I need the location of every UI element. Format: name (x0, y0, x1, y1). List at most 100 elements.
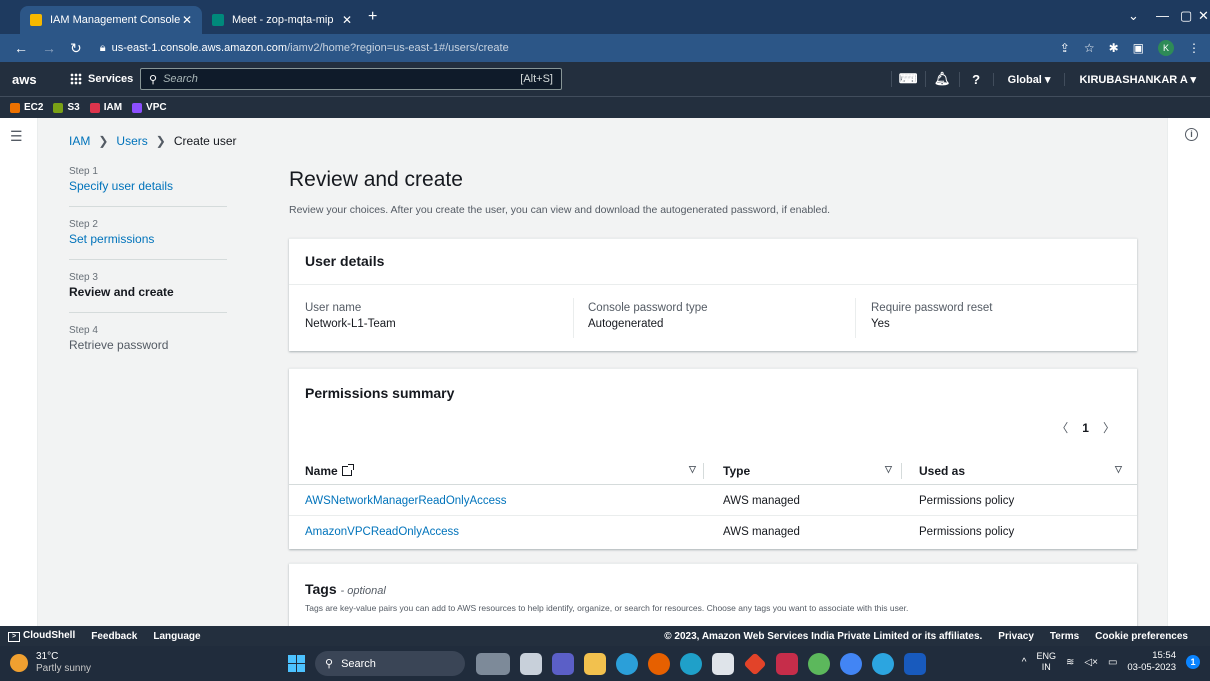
region-selector[interactable]: Global ▾ (992, 72, 1065, 86)
forward-icon[interactable]: → (42, 40, 56, 56)
favorite-iam[interactable]: IAM (89, 102, 122, 113)
help-icon[interactable]: ? (958, 71, 993, 87)
close-window-icon[interactable]: ✕ (1198, 8, 1209, 24)
breadcrumb-iam[interactable]: IAM (69, 134, 90, 148)
word-icon[interactable] (904, 653, 926, 675)
hamburger-menu-icon[interactable]: ☰ (10, 128, 23, 145)
right-rail: i (1167, 118, 1210, 626)
extensions-icon[interactable]: ✱ (1109, 41, 1119, 55)
reload-icon[interactable]: ↻ (70, 40, 82, 57)
terminal-icon: > (8, 632, 20, 642)
close-tab-icon[interactable]: ✕ (342, 13, 352, 27)
ec2-icon (10, 102, 20, 113)
pagination: 〈 1 〉 (1056, 419, 1115, 436)
menu-icon[interactable]: ⋮ (1188, 41, 1200, 55)
column-label: Name (305, 464, 338, 478)
terms-link[interactable]: Terms (1050, 631, 1079, 642)
favorite-vpc[interactable]: VPC (132, 102, 167, 113)
breadcrumb-users[interactable]: Users (116, 134, 147, 148)
column-header-name[interactable]: Name (305, 464, 354, 478)
divider (855, 298, 856, 338)
services-menu-button[interactable]: Services (70, 73, 133, 85)
restore-icon[interactable]: ▢ (1180, 8, 1192, 24)
back-icon[interactable]: ← (14, 40, 28, 56)
tab-iam-console[interactable]: IAM Management Console ✕ (20, 6, 202, 34)
store-icon[interactable] (712, 653, 734, 675)
aws-footer: > CloudShell Feedback Language © 2023, Am… (0, 626, 1210, 646)
chevron-up-icon[interactable]: ^ (1022, 657, 1027, 668)
close-tab-icon[interactable]: ✕ (182, 13, 192, 27)
teams-icon[interactable] (552, 653, 574, 675)
chevron-left-icon[interactable]: 〈 (1056, 419, 1068, 436)
sort-icon[interactable]: ▽ (689, 464, 696, 475)
url-field[interactable]: 🔒︎ us-east-1.console.aws.amazon.com /iam… (100, 42, 509, 55)
firefox-icon[interactable] (648, 653, 670, 675)
chrome-icon[interactable] (840, 653, 862, 675)
profile-avatar[interactable]: K (1158, 40, 1174, 56)
cloudshell-button[interactable]: > CloudShell (8, 630, 75, 642)
share-icon[interactable]: ⇪ (1060, 41, 1070, 55)
clock[interactable]: 15:54 03-05-2023 (1127, 650, 1176, 674)
cloudshell-icon[interactable]: ⌨ (890, 71, 925, 87)
minimize-icon[interactable]: — (1156, 8, 1169, 23)
step-number: Step 4 (69, 325, 98, 336)
mcafee-icon[interactable] (776, 653, 798, 675)
search-input[interactable]: ⚲ Search [Alt+S] (140, 68, 562, 90)
tags-optional-label: - optional (340, 585, 386, 597)
telegram-icon[interactable] (872, 653, 894, 675)
temperature: 31°C (36, 651, 59, 662)
notification-badge[interactable]: 1 (1186, 655, 1200, 669)
taskbar-search[interactable]: ⚲ Search (315, 651, 465, 676)
wifi-icon[interactable]: ≋ (1066, 657, 1074, 668)
page-number[interactable]: 1 (1082, 421, 1089, 435)
app-icon[interactable] (808, 653, 830, 675)
main-content: ☰ i IAM ❯ Users ❯ Create user Step 1 Spe… (0, 118, 1210, 626)
info-icon[interactable]: i (1185, 128, 1198, 141)
column-header-type[interactable]: Type (723, 464, 750, 478)
app-icon[interactable] (743, 652, 767, 676)
language-indicator[interactable]: ENG IN (1037, 651, 1057, 673)
file-explorer-icon[interactable] (584, 653, 606, 675)
tags-title: Tags - optional (305, 581, 386, 597)
app-icon[interactable] (616, 653, 638, 675)
step-link-specify-user-details[interactable]: Specify user details (69, 179, 227, 193)
page-title: Review and create (289, 168, 463, 191)
search-placeholder: Search (163, 73, 198, 85)
star-icon[interactable]: ☆ (1084, 41, 1095, 55)
chevron-right-icon[interactable]: 〉 (1103, 419, 1115, 436)
favorite-ec2[interactable]: EC2 (10, 102, 43, 113)
account-menu[interactable]: KIRUBASHANKAR A ▾ (1064, 72, 1196, 86)
edge-icon[interactable] (680, 653, 702, 675)
detail-user-name: User name Network-L1-Team (305, 302, 396, 330)
cloudshell-label: CloudShell (23, 630, 76, 641)
step-link-set-permissions[interactable]: Set permissions (69, 232, 227, 246)
windows-start-icon[interactable] (288, 655, 305, 672)
language-link[interactable]: Language (153, 631, 200, 642)
chevron-down-icon[interactable]: ⌄ (1128, 8, 1139, 24)
lock-icon: 🔒︎ (99, 41, 106, 54)
tab-meet[interactable]: Meet - zop-mqta-mip ✕ (202, 6, 362, 34)
bell-icon[interactable]: 🔔︎ (924, 71, 959, 87)
detail-value: Yes (871, 318, 890, 330)
widgets-icon[interactable] (476, 653, 510, 675)
policy-link[interactable]: AmazonVPCReadOnlyAccess (305, 526, 459, 538)
favorite-s3[interactable]: S3 (53, 102, 80, 113)
task-view-icon[interactable] (520, 653, 542, 675)
divider (289, 284, 1137, 285)
policy-link[interactable]: AWSNetworkManagerReadOnlyAccess (305, 495, 507, 507)
volume-muted-icon[interactable]: ◁× (1084, 657, 1098, 668)
sidepanel-icon[interactable]: ▣ (1133, 41, 1144, 55)
partly-sunny-icon (10, 654, 28, 672)
new-tab-button[interactable]: + (368, 8, 377, 26)
column-header-used-as[interactable]: Used as (919, 464, 965, 478)
battery-icon[interactable]: ▭ (1108, 657, 1117, 668)
aws-logo[interactable]: aws (12, 72, 42, 87)
privacy-link[interactable]: Privacy (998, 631, 1034, 642)
sort-icon[interactable]: ▽ (1115, 464, 1122, 475)
feedback-link[interactable]: Feedback (91, 631, 137, 642)
cookie-preferences-link[interactable]: Cookie preferences (1095, 631, 1188, 642)
column-divider (703, 463, 704, 479)
weather-widget[interactable]: 31°C Partly sunny (10, 651, 91, 675)
aws-favicon-icon (30, 14, 42, 26)
sort-icon[interactable]: ▽ (885, 464, 892, 475)
